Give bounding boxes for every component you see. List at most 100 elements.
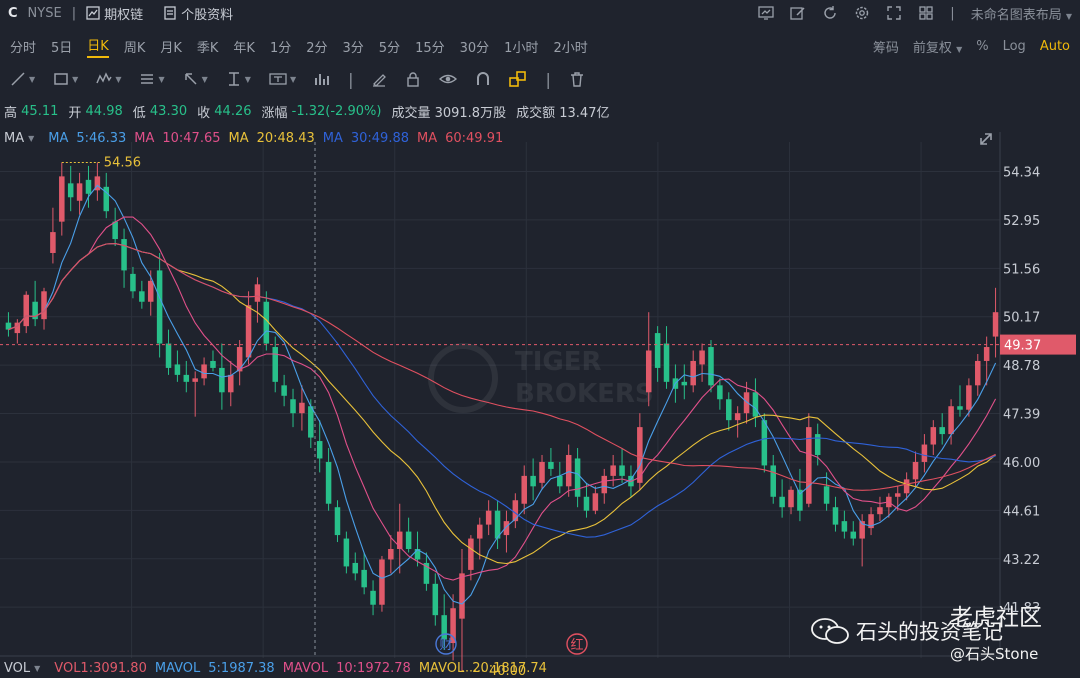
stock-profile-button[interactable]: 个股资料: [163, 4, 233, 23]
timeframe-tab[interactable]: 月K: [160, 37, 182, 56]
timeframe-tab[interactable]: 5分: [379, 37, 400, 56]
link-tool[interactable]: [509, 71, 527, 87]
timeframe-tab[interactable]: 5日: [51, 37, 72, 56]
candle[interactable]: [903, 479, 910, 494]
candle[interactable]: [156, 270, 163, 344]
candle[interactable]: [521, 475, 527, 504]
candle[interactable]: [823, 486, 830, 504]
candle[interactable]: [574, 458, 581, 497]
candle[interactable]: [183, 374, 190, 382]
candle[interactable]: [770, 465, 776, 497]
candle[interactable]: [681, 381, 688, 386]
candle[interactable]: [334, 507, 341, 536]
candle[interactable]: [441, 615, 447, 640]
candle[interactable]: [699, 350, 705, 365]
gear-icon[interactable]: [854, 5, 870, 21]
candle[interactable]: [832, 507, 839, 525]
chevron-down-icon[interactable]: ▼: [28, 134, 34, 143]
timeframe-tab[interactable]: 1小时: [504, 37, 538, 56]
candle[interactable]: [966, 385, 972, 410]
candle[interactable]: [645, 350, 652, 393]
candle[interactable]: [814, 434, 821, 455]
refresh-icon[interactable]: [822, 5, 838, 21]
visibility-tool[interactable]: [439, 71, 458, 87]
candle[interactable]: [50, 232, 56, 253]
candle[interactable]: [290, 399, 296, 414]
chart-layout-dropdown[interactable]: 未命名图表布局 ▼: [971, 4, 1072, 23]
candle[interactable]: [485, 510, 492, 525]
candle[interactable]: [601, 475, 608, 494]
timeframe-tab[interactable]: 3分: [343, 37, 364, 56]
timeframe-tab[interactable]: 分时: [10, 37, 36, 56]
adjust-dropdown[interactable]: 前复权 ▼: [913, 37, 962, 56]
candle[interactable]: [841, 521, 848, 532]
text-tool[interactable]: ▼: [269, 71, 296, 87]
candle[interactable]: [992, 312, 999, 337]
candle[interactable]: [539, 461, 545, 483]
candle[interactable]: [548, 461, 554, 469]
candle[interactable]: [912, 461, 919, 480]
candle[interactable]: [948, 406, 954, 435]
timeframe-tab[interactable]: 30分: [460, 37, 490, 56]
magnet-tool[interactable]: [475, 71, 491, 87]
timeframe-tab[interactable]: 年K: [233, 37, 255, 56]
timeframe-tab[interactable]: 2分: [306, 37, 327, 56]
candle[interactable]: [228, 374, 234, 393]
candle[interactable]: [59, 176, 65, 222]
candle[interactable]: [299, 402, 305, 414]
candle[interactable]: [690, 360, 696, 386]
options-chain-button[interactable]: 期权链: [86, 4, 143, 23]
candle[interactable]: [477, 524, 483, 539]
candle[interactable]: [210, 360, 216, 368]
candle[interactable]: [610, 465, 616, 476]
timeframe-tab[interactable]: 2小时: [553, 37, 587, 56]
candle[interactable]: [930, 427, 937, 445]
percent-button[interactable]: %: [976, 39, 988, 54]
candle[interactable]: [752, 392, 759, 417]
candle[interactable]: [975, 360, 981, 386]
candle[interactable]: [130, 273, 136, 292]
chips-button[interactable]: 筹码: [873, 37, 899, 56]
candle[interactable]: [717, 385, 723, 400]
candle[interactable]: [174, 364, 181, 375]
candle[interactable]: [139, 291, 145, 302]
candle[interactable]: [388, 549, 394, 560]
ma-indicator-label[interactable]: MA: [4, 131, 24, 146]
candle[interactable]: [583, 496, 590, 511]
candle[interactable]: [41, 291, 47, 320]
candle[interactable]: [726, 399, 732, 421]
candle[interactable]: [459, 573, 465, 619]
brush-tool[interactable]: [371, 71, 387, 87]
candle[interactable]: [370, 590, 376, 605]
candle[interactable]: [85, 179, 92, 194]
edit-icon[interactable]: [790, 5, 806, 21]
candle[interactable]: [281, 385, 287, 396]
candle[interactable]: [565, 454, 572, 487]
log-button[interactable]: Log: [1003, 39, 1026, 54]
candle[interactable]: [983, 347, 990, 361]
candle[interactable]: [361, 569, 367, 588]
candle[interactable]: [779, 496, 785, 508]
candle[interactable]: [23, 294, 29, 327]
candle[interactable]: [512, 500, 519, 522]
candle[interactable]: [654, 333, 661, 368]
timeframe-tab[interactable]: 15分: [415, 37, 445, 56]
candle[interactable]: [761, 420, 768, 466]
candle[interactable]: [316, 441, 323, 459]
screen-chart-icon[interactable]: [758, 5, 774, 21]
candle[interactable]: [192, 378, 198, 382]
candle[interactable]: [850, 531, 857, 539]
candle[interactable]: [352, 562, 359, 574]
candle[interactable]: [76, 183, 83, 201]
chevron-down-icon[interactable]: ▼: [34, 664, 40, 673]
candle[interactable]: [245, 305, 252, 358]
event-markers[interactable]: 财 红: [435, 633, 588, 655]
ticker-symbol[interactable]: C: [8, 6, 18, 21]
candle[interactable]: [734, 413, 741, 421]
auto-button[interactable]: Auto: [1040, 39, 1070, 54]
candle[interactable]: [325, 461, 332, 504]
dividend-marker[interactable]: 红: [570, 637, 583, 653]
candle[interactable]: [592, 493, 599, 511]
lock-tool[interactable]: [405, 71, 421, 87]
candle[interactable]: [894, 493, 901, 497]
